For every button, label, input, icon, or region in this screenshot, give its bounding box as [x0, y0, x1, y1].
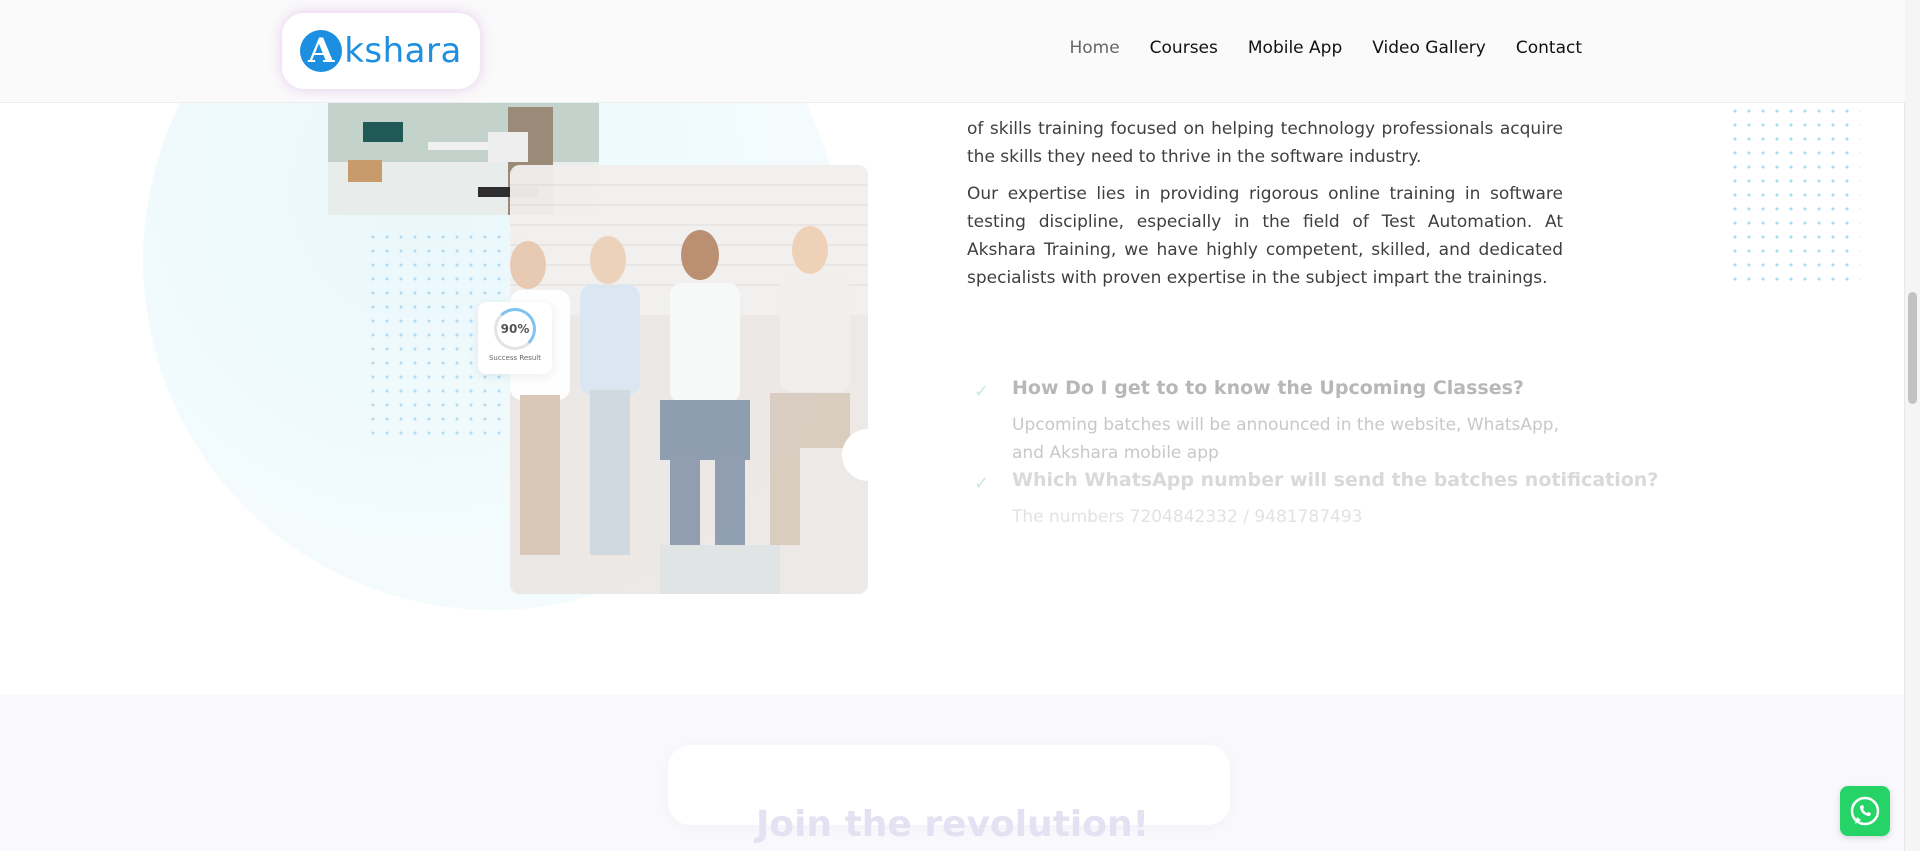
nav-contact[interactable]: Contact	[1516, 38, 1582, 58]
success-label: Success Result	[488, 354, 542, 362]
check-icon: ✓	[974, 473, 990, 494]
nav-video-gallery[interactable]: Video Gallery	[1372, 38, 1486, 58]
faq-question[interactable]: How Do I get to to know the Upcoming Cla…	[1012, 377, 1582, 399]
about-paragraph-1: of skills training focused on helping te…	[967, 119, 1563, 167]
faq-question[interactable]: Which WhatsApp number will send the batc…	[1012, 469, 1658, 491]
faq-answer: The numbers 7204842332 / 9481787493	[1012, 507, 1363, 527]
logo-mark-icon: A	[300, 30, 343, 72]
scrollbar-thumb[interactable]	[1908, 292, 1917, 404]
site-header: A kshara Home Courses Mobile App Video G…	[0, 0, 1905, 103]
whatsapp-icon	[1850, 796, 1880, 826]
dot-pattern-right	[1728, 104, 1860, 290]
success-value: 90%	[500, 322, 530, 336]
success-result-badge: 90% Success Result	[478, 302, 552, 374]
about-paragraph-2: Our expertise lies in providing rigorous…	[967, 184, 1563, 288]
faq-answer: Upcoming batches will be announced in th…	[1012, 415, 1560, 463]
cta-title: Join the revolution!	[755, 804, 1150, 845]
scrollbar[interactable]	[1904, 0, 1920, 851]
main-nav: Home Courses Mobile App Video Gallery Co…	[1069, 38, 1582, 58]
nav-mobile-app[interactable]: Mobile App	[1248, 38, 1342, 58]
logo-text: kshara	[344, 31, 462, 71]
progress-ring-icon: 90%	[494, 308, 536, 350]
training-photo-group	[510, 165, 868, 594]
whatsapp-button[interactable]	[1840, 786, 1890, 836]
nav-home[interactable]: Home	[1069, 38, 1119, 58]
nav-courses[interactable]: Courses	[1150, 38, 1218, 58]
logo[interactable]: A kshara	[282, 13, 480, 89]
check-icon: ✓	[974, 381, 990, 402]
